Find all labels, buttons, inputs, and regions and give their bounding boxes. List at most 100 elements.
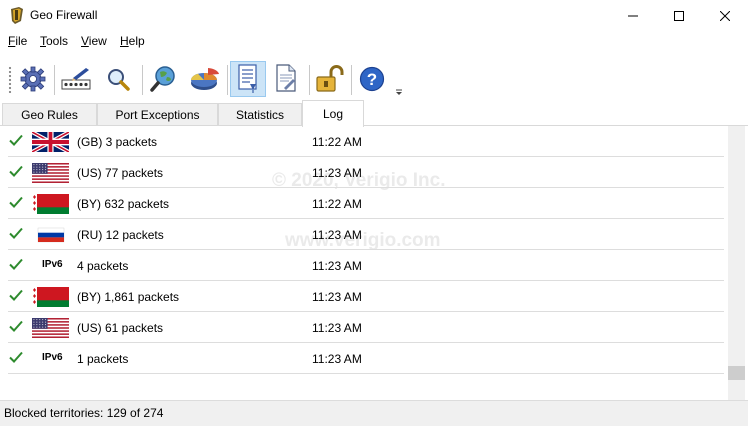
password-button[interactable] [58, 61, 94, 97]
toolbar-separator [54, 65, 55, 95]
maximize-button[interactable] [656, 0, 702, 31]
log-list[interactable]: © 2020, Verigio Inc. www.verigio.com (GB… [0, 126, 748, 400]
tab-label: Statistics [235, 108, 284, 122]
toolbar-separator [351, 65, 352, 95]
log-time: 11:22 AM [312, 135, 362, 149]
vertical-scrollbar[interactable] [728, 126, 745, 400]
toolbar-separator [142, 65, 143, 95]
flag-us-icon [32, 163, 69, 183]
search-button[interactable] [100, 61, 136, 97]
ipv6-label: IPv6 [42, 259, 63, 270]
status-text: Blocked territories: 129 of 274 [4, 406, 164, 420]
minimize-button[interactable] [610, 0, 656, 31]
packet-count: (BY) 632 packets [77, 197, 170, 211]
toolbar-separator [227, 65, 228, 95]
packet-count: 4 packets [77, 259, 129, 273]
tab-label: Port Exceptions [115, 108, 200, 122]
log-button[interactable] [230, 61, 266, 97]
flag-by-icon [32, 194, 69, 214]
toolbar-overflow-icon[interactable] [395, 89, 403, 97]
help-button[interactable]: ? [354, 61, 390, 97]
menu-view-rest: iew [88, 34, 107, 48]
check-icon [9, 289, 23, 304]
log-row[interactable]: IPv6 4 packets 11:23 AM [0, 250, 724, 281]
unlock-icon [316, 65, 344, 92]
row-divider [8, 373, 724, 374]
unlock-button[interactable] [312, 61, 348, 97]
flag-by-icon [32, 287, 69, 307]
flag-us-icon [32, 318, 69, 338]
document-icon [276, 64, 296, 92]
menu-tools-rest: ools [46, 34, 69, 48]
check-icon [9, 196, 23, 211]
check-icon [9, 351, 23, 366]
toolbar-grip[interactable] [8, 66, 12, 93]
pie-chart-icon [191, 68, 219, 90]
log-row[interactable]: (RU) 12 packets 11:23 AM [0, 219, 724, 250]
tab-log[interactable]: Log [302, 100, 364, 127]
packet-count: (RU) 12 packets [77, 228, 164, 242]
menu-view[interactable]: View [81, 34, 107, 48]
log-row[interactable]: (GB) 3 packets 11:22 AM [0, 126, 724, 157]
log-time: 11:23 AM [312, 228, 362, 242]
log-row[interactable]: (BY) 632 packets 11:22 AM [0, 188, 724, 219]
tab-label: Geo Rules [21, 108, 78, 122]
minimize-icon [628, 15, 638, 16]
packet-count: 1 packets [77, 352, 129, 366]
close-icon [720, 10, 730, 21]
log-row[interactable]: (US) 61 packets 11:23 AM [0, 312, 724, 343]
log-time: 11:22 AM [312, 197, 362, 211]
flag-gb-icon [31, 130, 70, 154]
settings-button[interactable] [15, 61, 51, 97]
menu-bar: File Tools View Help [0, 31, 748, 51]
log-scroll-icon [238, 64, 257, 93]
check-icon [9, 165, 23, 180]
tab-strip: Geo Rules Port Exceptions Statistics Log [0, 100, 748, 127]
report-button[interactable] [268, 61, 304, 97]
statistics-button[interactable] [186, 61, 222, 97]
tab-port-exceptions[interactable]: Port Exceptions [97, 103, 218, 126]
globe-search-icon [150, 66, 175, 92]
window-title: Geo Firewall [30, 8, 98, 22]
menu-help-mnemonic: H [120, 34, 129, 48]
tab-geo-rules[interactable]: Geo Rules [2, 103, 97, 126]
ipv6-label: IPv6 [42, 352, 63, 363]
menu-file[interactable]: File [8, 34, 27, 48]
log-row[interactable]: IPv6 1 packets 11:23 AM [0, 343, 724, 374]
svg-text:?: ? [367, 70, 377, 89]
packet-count: (US) 61 packets [77, 321, 164, 335]
maximize-icon [674, 10, 684, 21]
tab-statistics[interactable]: Statistics [218, 103, 302, 126]
log-time: 11:23 AM [312, 290, 362, 304]
status-bar: Blocked territories: 129 of 274 [0, 400, 748, 426]
packet-count: (BY) 1,861 packets [77, 290, 180, 304]
tab-label: Log [322, 107, 344, 121]
log-row[interactable]: (US) 77 packets 11:23 AM [0, 157, 724, 188]
packet-count: (GB) 3 packets [77, 135, 158, 149]
check-icon [9, 134, 23, 149]
gear-icon [20, 66, 46, 92]
geo-search-button[interactable] [146, 61, 182, 97]
scrollbar-thumb[interactable] [728, 366, 745, 380]
title-bar: Geo Firewall [0, 0, 748, 31]
menu-help[interactable]: Help [120, 34, 145, 48]
menu-view-mnemonic: V [81, 34, 89, 48]
close-button[interactable] [702, 0, 748, 31]
check-icon [9, 320, 23, 335]
log-time: 11:23 AM [312, 166, 362, 180]
search-icon [108, 69, 130, 91]
check-icon [9, 227, 23, 242]
app-shield-icon [11, 7, 23, 24]
password-icon [61, 68, 91, 90]
log-time: 11:23 AM [312, 321, 362, 335]
check-icon [9, 258, 23, 273]
menu-help-rest: elp [128, 34, 145, 48]
toolbar-separator [309, 65, 310, 95]
menu-file-rest: ile [15, 34, 28, 48]
menu-tools[interactable]: Tools [40, 34, 68, 48]
flag-ru-icon [32, 225, 69, 245]
log-row[interactable]: (BY) 1,861 packets 11:23 AM [0, 281, 724, 312]
packet-count: (US) 77 packets [77, 166, 164, 180]
log-time: 11:23 AM [312, 259, 362, 273]
help-icon: ? [359, 66, 385, 92]
